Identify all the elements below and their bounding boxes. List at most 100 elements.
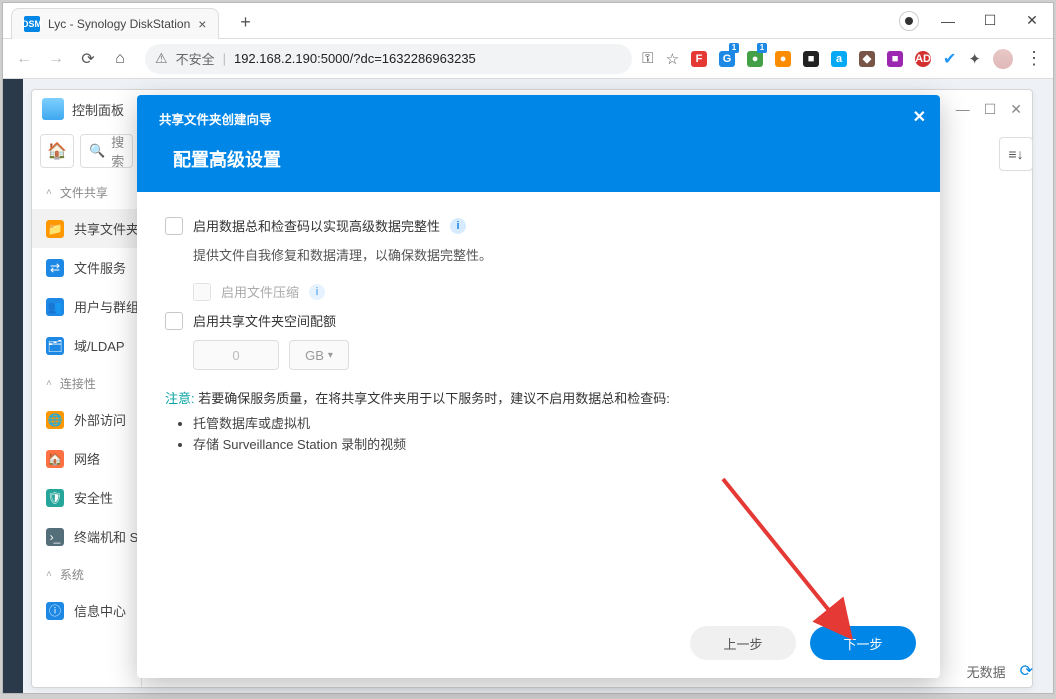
window-maximize-icon[interactable]: ☐ bbox=[984, 101, 997, 118]
quota-value-input bbox=[193, 340, 279, 370]
sidebar-item-user-group[interactable]: 👥 用户与群组 bbox=[32, 287, 141, 326]
modal-title: 配置高级设置 bbox=[173, 146, 918, 172]
extension-icon[interactable]: AD bbox=[915, 51, 931, 67]
sidebar-search[interactable]: 🔍 搜索 bbox=[80, 134, 133, 168]
chevron-up-icon: ˄ bbox=[46, 188, 52, 198]
forward-button[interactable]: → bbox=[41, 44, 71, 74]
sidebar-item-terminal-snmp[interactable]: ›_ 终端机和 SNMP bbox=[32, 517, 141, 556]
favicon: DSM bbox=[24, 16, 40, 32]
shield-icon: 🛡 bbox=[46, 489, 64, 507]
status-bar: 无数据 ⟳ bbox=[967, 661, 1033, 681]
url-text: 192.168.2.190:5000/?dc=1632286963235 bbox=[234, 51, 476, 66]
sidebar-item-info-center[interactable]: ⓘ 信息中心 bbox=[32, 591, 141, 630]
extension-icon[interactable]: ■ bbox=[887, 51, 903, 67]
browser-toolbar: ← → ⟳ ⌂ ⚠ 不安全 | 192.168.2.190:5000/?dc=1… bbox=[3, 39, 1053, 79]
bookmark-star-icon[interactable]: ☆ bbox=[666, 50, 679, 68]
checkbox-checksum[interactable] bbox=[165, 217, 183, 235]
section-connectivity[interactable]: ˄ 连接性 bbox=[32, 365, 141, 400]
reload-button[interactable]: ⟳ bbox=[73, 44, 103, 74]
site-warning-icon: ⚠ bbox=[155, 50, 168, 67]
chevron-up-icon: ˄ bbox=[46, 570, 52, 580]
note-text: 若要确保服务质量，在将共享文件夹用于以下服务时，建议不启用数据总和检查码: bbox=[198, 391, 670, 406]
checkbox-quota[interactable] bbox=[165, 312, 183, 330]
note-item: 存储 Surveillance Station 录制的视频 bbox=[193, 434, 912, 453]
window-minimize-button[interactable]: — bbox=[927, 4, 969, 38]
service-icon: ⇄ bbox=[46, 259, 64, 277]
ldap-icon: 🗂 bbox=[46, 337, 64, 355]
window-close-button[interactable]: ✕ bbox=[1011, 4, 1053, 38]
browser-window: DSM Lyc - Synology DiskStation × + — ☐ ✕… bbox=[2, 2, 1054, 694]
quota-unit-select: GB ▾ bbox=[289, 340, 349, 370]
site-risk-label: 不安全 bbox=[176, 49, 215, 68]
modal-footer: 上一步 下一步 bbox=[137, 612, 940, 678]
extension-icon[interactable]: F bbox=[691, 51, 707, 67]
modal-body: 启用数据总和检查码以实现高级数据完整性 i 提供文件自我修复和数据清理，以确保数… bbox=[137, 192, 940, 612]
sidebar-home-button[interactable]: 🏠 bbox=[40, 134, 74, 168]
new-tab-button[interactable]: + bbox=[231, 8, 259, 36]
extension-icon[interactable]: ✔ bbox=[943, 49, 956, 69]
profile-indicator-icon[interactable] bbox=[899, 11, 919, 31]
profile-avatar-icon[interactable] bbox=[993, 49, 1013, 69]
info-icon: ⓘ bbox=[46, 602, 64, 620]
globe-icon: 🌐 bbox=[46, 411, 64, 429]
tab-title: Lyc - Synology DiskStation bbox=[48, 17, 190, 31]
browser-tab[interactable]: DSM Lyc - Synology DiskStation × bbox=[11, 8, 219, 39]
checkbox-checksum-label: 启用数据总和检查码以实现高级数据完整性 bbox=[193, 216, 440, 235]
address-bar[interactable]: ⚠ 不安全 | 192.168.2.190:5000/?dc=163228696… bbox=[145, 44, 632, 74]
note-block: 注意: 若要确保服务质量，在将共享文件夹用于以下服务时，建议不启用数据总和检查码… bbox=[165, 388, 912, 453]
home-button[interactable]: ⌂ bbox=[105, 44, 135, 74]
browser-menu-icon[interactable]: ⋮ bbox=[1025, 48, 1043, 69]
prev-button[interactable]: 上一步 bbox=[690, 626, 796, 660]
users-icon: 👥 bbox=[46, 298, 64, 316]
wizard-label: 共享文件夹创建向导 bbox=[159, 109, 918, 128]
titlebar: DSM Lyc - Synology DiskStation × + — ☐ ✕ bbox=[3, 3, 1053, 39]
sidebar-item-file-service[interactable]: ⇄ 文件服务 bbox=[32, 248, 141, 287]
toolbar-right: ⚿ ☆ F G1 ●1 ● ■ a ◆ ■ AD ✔ ✦ ⋮ bbox=[642, 48, 1047, 69]
window-minimize-icon[interactable]: — bbox=[956, 101, 970, 118]
note-label: 注意: bbox=[165, 391, 195, 406]
refresh-icon[interactable]: ⟳ bbox=[1020, 661, 1033, 681]
section-system[interactable]: ˄ 系统 bbox=[32, 556, 141, 591]
extension-icon[interactable]: G1 bbox=[719, 51, 735, 67]
window-maximize-button[interactable]: ☐ bbox=[969, 4, 1011, 38]
folder-icon: 📁 bbox=[46, 220, 64, 238]
note-item: 托管数据库或虚拟机 bbox=[193, 413, 912, 432]
back-button[interactable]: ← bbox=[9, 44, 39, 74]
modal-header: 共享文件夹创建向导 配置高级设置 ✕ bbox=[137, 95, 940, 192]
sidebar-item-external-access[interactable]: 🌐 外部访问 bbox=[32, 400, 141, 439]
modal-close-icon[interactable]: ✕ bbox=[913, 107, 926, 127]
extension-icon[interactable]: ■ bbox=[803, 51, 819, 67]
extension-icon[interactable]: ◆ bbox=[859, 51, 875, 67]
shared-folder-wizard-modal: 共享文件夹创建向导 配置高级设置 ✕ 启用数据总和检查码以实现高级数据完整性 i… bbox=[137, 95, 940, 678]
search-icon: 🔍 bbox=[89, 143, 105, 159]
sidebar-item-domain-ldap[interactable]: 🗂 域/LDAP bbox=[32, 326, 141, 365]
terminal-icon: ›_ bbox=[46, 528, 64, 546]
extensions-menu-icon[interactable]: ✦ bbox=[968, 50, 981, 68]
search-placeholder: 搜索 bbox=[111, 134, 124, 168]
control-panel-title: 控制面板 bbox=[72, 100, 124, 119]
extension-icon[interactable]: a bbox=[831, 51, 847, 67]
window-close-icon[interactable]: ✕ bbox=[1010, 101, 1022, 118]
sidebar-item-security[interactable]: 🛡 安全性 bbox=[32, 478, 141, 517]
section-file-share[interactable]: ˄ 文件共享 bbox=[32, 174, 141, 209]
next-button[interactable]: 下一步 bbox=[810, 626, 916, 660]
info-icon[interactable]: i bbox=[450, 218, 466, 234]
info-icon[interactable]: i bbox=[309, 284, 325, 300]
network-icon: 🏠 bbox=[46, 450, 64, 468]
key-icon[interactable]: ⚿ bbox=[642, 50, 653, 67]
chevron-down-icon: ▾ bbox=[328, 350, 333, 361]
checkbox-compress bbox=[193, 283, 211, 301]
status-text: 无数据 bbox=[967, 662, 1006, 681]
chevron-up-icon: ˄ bbox=[46, 379, 52, 389]
checksum-description: 提供文件自我修复和数据清理，以确保数据完整性。 bbox=[193, 245, 912, 264]
control-panel-icon bbox=[42, 98, 64, 120]
checkbox-quota-label: 启用共享文件夹空间配额 bbox=[193, 311, 336, 330]
sidebar-item-shared-folder[interactable]: 📁 共享文件夹 bbox=[32, 209, 141, 248]
sidebar-item-network[interactable]: 🏠 网络 bbox=[32, 439, 141, 478]
sort-button[interactable]: ≡↓ bbox=[999, 137, 1033, 171]
tab-close-icon[interactable]: × bbox=[198, 16, 206, 32]
extension-icon[interactable]: ● bbox=[775, 51, 791, 67]
sidebar: 🏠 🔍 搜索 ˄ 文件共享 📁 共享文件夹 bbox=[32, 128, 142, 687]
extension-icon[interactable]: ●1 bbox=[747, 51, 763, 67]
checkbox-compress-label: 启用文件压缩 bbox=[221, 282, 299, 301]
